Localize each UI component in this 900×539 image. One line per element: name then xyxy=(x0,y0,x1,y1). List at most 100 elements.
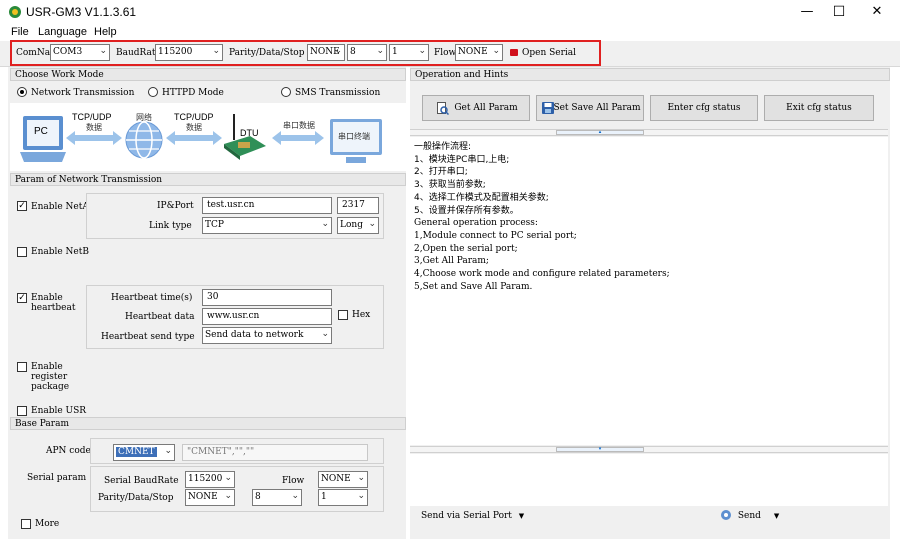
serial-data-bits-select[interactable]: 8 ⌄ xyxy=(252,489,302,506)
more-checkbox[interactable] xyxy=(21,519,31,529)
menu-file[interactable]: File xyxy=(11,26,29,38)
splitter-grip-icon: ▴ xyxy=(556,130,644,135)
serial-flow-select[interactable]: NONE ⌄ xyxy=(318,471,368,488)
log-line: 5,Set and Save All Param. xyxy=(414,281,533,292)
enter-cfg-status-button[interactable]: Enter cfg status xyxy=(650,95,758,121)
enable-usr-checkbox[interactable] xyxy=(17,406,27,416)
heartbeat-send-type-label: Heartbeat send type xyxy=(101,332,195,342)
serial-baud-select[interactable]: 115200 ⌄ xyxy=(185,471,235,488)
serial-stop-bits-select[interactable]: 1 ⌄ xyxy=(318,489,368,506)
tcp-udp-label-1: TCP/UDP xyxy=(72,112,112,122)
enable-register-checkbox[interactable] xyxy=(17,362,27,372)
serial-param-label: Serial param xyxy=(27,473,87,483)
caret-down-icon: ▼ xyxy=(518,512,525,520)
operation-hints-header: Operation and Hints xyxy=(410,68,890,81)
link-type-select[interactable]: TCP ⌄ xyxy=(202,217,332,234)
splitter-grip-icon: ▾ xyxy=(556,447,644,452)
serial-terminal-label: 串口终端 xyxy=(338,132,370,141)
chevron-down-icon: ⌄ xyxy=(291,491,299,501)
enable-neta-label: Enable NetA xyxy=(31,202,89,212)
log-line: 3、获取当前参数; xyxy=(414,180,486,191)
send-via-serial-dropdown[interactable]: Send via Serial Port ▼ xyxy=(421,511,524,521)
sms-mode-label: SMS Transmission xyxy=(295,88,381,98)
enable-netb-label: Enable NetB xyxy=(31,247,89,257)
highlight-box xyxy=(10,40,601,66)
network-mode-radio[interactable] xyxy=(17,87,27,97)
ip-port-label: IP&Port xyxy=(157,201,194,211)
enable-register-label: Enable register package xyxy=(31,362,70,392)
log-line: 2、打开串口; xyxy=(414,167,468,178)
double-arrow-icon xyxy=(66,131,122,145)
chevron-down-icon: ⌄ xyxy=(164,446,172,456)
serial-stop-bits-value: 1 xyxy=(321,492,327,502)
serial-flow-label: Flow xyxy=(282,476,305,486)
httpd-mode-label: HTTPD Mode xyxy=(162,88,224,98)
heartbeat-data-label: Heartbeat data xyxy=(125,312,195,322)
log-line: 1,Module connect to PC serial port; xyxy=(414,230,577,241)
serial-parity-value: NONE xyxy=(188,492,218,502)
log-line: General operation process: xyxy=(414,218,538,229)
tcp-udp-data-label-2: 数据 xyxy=(186,123,202,132)
chevron-down-icon: ⌄ xyxy=(321,329,329,339)
menu-language[interactable]: Language xyxy=(38,26,87,38)
heartbeat-send-type-value: Send data to network xyxy=(205,330,304,340)
log-line: 一般操作流程: xyxy=(414,142,472,152)
send-via-label: Send via Serial Port xyxy=(421,511,512,521)
link-type-label: Link type xyxy=(149,221,192,231)
bottom-splitter[interactable] xyxy=(410,446,888,453)
send-button[interactable]: Send ▼ xyxy=(720,509,779,521)
ip-address-input[interactable]: test.usr.cn xyxy=(202,197,332,214)
hex-checkbox[interactable] xyxy=(338,310,348,320)
menu-help[interactable]: Help xyxy=(94,26,117,38)
set-save-all-param-label: Set Save All Param xyxy=(553,103,641,113)
apn-string-input[interactable]: "CMNET","","" xyxy=(182,444,368,461)
close-button[interactable]: ✕ xyxy=(854,0,900,24)
pc-label: PC xyxy=(34,126,48,137)
enable-netb-checkbox[interactable] xyxy=(17,247,27,257)
httpd-mode-radio[interactable] xyxy=(148,87,158,97)
tcp-udp-label-2: TCP/UDP xyxy=(174,112,214,122)
sms-mode-radio[interactable] xyxy=(281,87,291,97)
exit-cfg-status-button[interactable]: Exit cfg status xyxy=(764,95,874,121)
chevron-down-icon: ⌄ xyxy=(368,219,376,229)
connection-type-select[interactable]: Long ⌄ xyxy=(337,217,379,234)
send-text-area[interactable] xyxy=(410,454,888,506)
top-splitter[interactable] xyxy=(410,129,888,136)
serial-baud-value: 115200 xyxy=(188,474,223,484)
serial-data-label: 串口数据 xyxy=(283,121,315,130)
enable-heartbeat-checkbox[interactable]: ✓ xyxy=(17,293,27,303)
chevron-down-icon: ⌄ xyxy=(224,473,232,483)
set-save-all-param-button[interactable]: Set Save All Param xyxy=(536,95,644,121)
heartbeat-send-type-select[interactable]: Send data to network ⌄ xyxy=(202,327,332,344)
apn-code-label: APN code xyxy=(46,446,91,456)
get-all-param-button[interactable]: Get All Param xyxy=(422,95,530,121)
heartbeat-time-label: Heartbeat time(s) xyxy=(111,293,193,303)
double-arrow-icon xyxy=(166,131,222,145)
document-search-icon xyxy=(437,102,449,115)
dtu-label: DTU xyxy=(240,128,259,138)
globe-icon xyxy=(125,121,163,159)
tcp-udp-data-label-1: 数据 xyxy=(86,123,102,132)
serial-baud-label: Serial BaudRate xyxy=(104,476,179,486)
work-mode-header: Choose Work Mode xyxy=(10,68,406,81)
enable-neta-checkbox[interactable]: ✓ xyxy=(17,201,27,211)
window-title: USR-GM3 V1.1.3.61 xyxy=(26,5,137,19)
log-line: 2,Open the serial port; xyxy=(414,243,518,254)
network-param-header: Param of Network Transmission xyxy=(10,173,406,186)
serial-parity-data-stop-label: Parity/Data/Stop xyxy=(98,493,174,503)
link-type-value: TCP xyxy=(205,220,224,230)
heartbeat-time-input[interactable]: 30 xyxy=(202,289,332,306)
save-disk-icon xyxy=(542,102,554,114)
serial-parity-select[interactable]: NONE ⌄ xyxy=(185,489,235,506)
heartbeat-data-input[interactable]: www.usr.cn xyxy=(202,308,332,325)
double-arrow-icon xyxy=(272,131,324,145)
base-param-header: Base Param xyxy=(10,417,406,430)
chevron-down-icon: ⌄ xyxy=(224,491,232,501)
apn-select[interactable]: CMNET ⌄ xyxy=(113,444,175,461)
network-label: 网络 xyxy=(136,113,152,122)
serial-data-bits-value: 8 xyxy=(255,492,261,502)
log-line: 4、选择工作模式及配置相关参数; xyxy=(414,192,549,203)
port-input[interactable]: 2317 xyxy=(337,197,379,214)
hex-label: Hex xyxy=(352,310,371,320)
send-label: Send xyxy=(737,510,761,521)
